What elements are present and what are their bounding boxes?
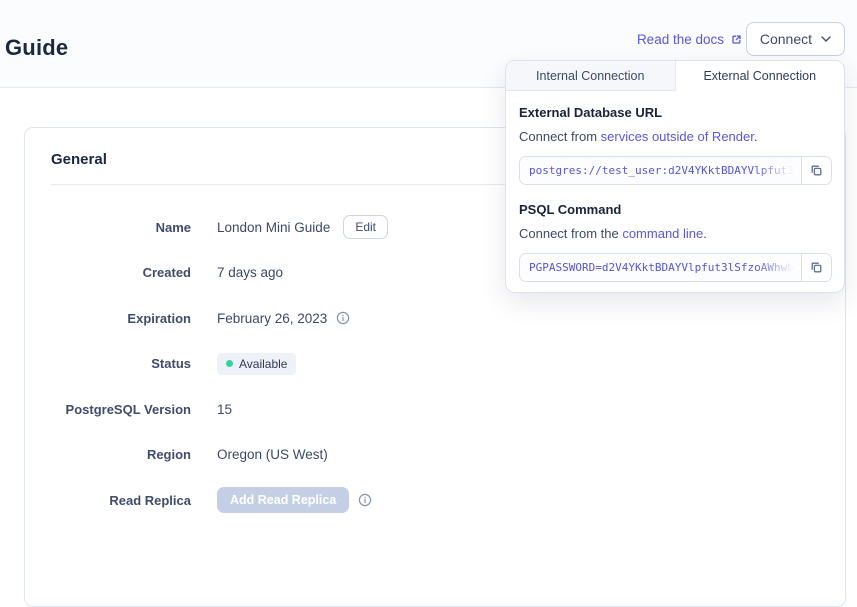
expiration-value: February 26, 2023: [217, 311, 327, 326]
copy-database-url-button[interactable]: [801, 157, 831, 184]
status-badge-label: Available: [239, 357, 287, 371]
read-replica-label: Read Replica: [51, 493, 191, 508]
add-read-replica-button[interactable]: Add Read Replica: [217, 487, 349, 513]
connect-button-label: Connect: [760, 31, 812, 47]
info-icon[interactable]: [358, 493, 372, 507]
status-badge: Available: [217, 353, 296, 375]
created-value: 7 days ago: [217, 265, 283, 280]
row-read-replica: Read Replica Add Read Replica: [51, 485, 819, 515]
external-database-url-heading: External Database URL: [519, 105, 832, 120]
psql-command-description: Connect from the command line.: [519, 226, 832, 241]
expiration-label: Expiration: [51, 311, 191, 326]
connection-tabs: Internal Connection External Connection: [506, 61, 844, 91]
edit-name-button[interactable]: Edit: [343, 215, 388, 239]
read-the-docs-label: Read the docs: [637, 32, 724, 47]
read-the-docs-link[interactable]: Read the docs: [637, 32, 743, 47]
name-label: Name: [51, 220, 191, 235]
row-status: Status Available: [51, 349, 819, 379]
external-connection-panel: External Database URL Connect from servi…: [506, 91, 844, 282]
tab-external-connection[interactable]: External Connection: [676, 61, 845, 91]
name-value: London Mini Guide: [217, 220, 330, 235]
external-database-url-group: postgres://test_user:d2V4YKktBDAYVlpfut3…: [519, 156, 832, 185]
external-database-url-description: Connect from services outside of Render.: [519, 129, 832, 144]
page-title: Guide: [5, 35, 68, 61]
description-text: .: [703, 226, 707, 241]
created-label: Created: [51, 265, 191, 280]
connect-popover: Internal Connection External Connection …: [505, 60, 845, 293]
external-link-icon: [730, 33, 743, 46]
tab-internal-connection[interactable]: Internal Connection: [506, 61, 676, 91]
copy-icon: [809, 163, 824, 178]
tab-internal-connection-label: Internal Connection: [536, 69, 644, 83]
region-label: Region: [51, 447, 191, 462]
postgresql-version-value: 15: [217, 402, 232, 417]
status-label: Status: [51, 356, 191, 371]
tab-external-connection-label: External Connection: [703, 69, 816, 83]
description-text: Connect from the: [519, 226, 622, 241]
psql-command-heading: PSQL Command: [519, 202, 832, 217]
chevron-down-icon: [821, 36, 831, 42]
services-outside-render-link[interactable]: services outside of Render: [601, 129, 754, 144]
row-expiration: Expiration February 26, 2023: [51, 303, 819, 333]
info-icon[interactable]: [336, 311, 350, 325]
psql-command-group: PGPASSWORD=d2V4YKktBDAYVlpfut3lSfzoAWhwb…: [519, 253, 832, 282]
row-region: Region Oregon (US West): [51, 440, 819, 470]
status-dot-icon: [226, 360, 233, 367]
connect-button[interactable]: Connect: [746, 22, 845, 56]
row-postgresql-version: PostgreSQL Version 15: [51, 394, 819, 424]
postgresql-version-label: PostgreSQL Version: [51, 402, 191, 417]
psql-command-field[interactable]: PGPASSWORD=d2V4YKktBDAYVlpfut3lSfzoAWhwb…: [520, 254, 801, 281]
region-value: Oregon (US West): [217, 447, 328, 462]
page: Guide Read the docs Connect Internal Con…: [0, 0, 857, 516]
external-database-url-field[interactable]: postgres://test_user:d2V4YKktBDAYVlpfut3…: [520, 157, 801, 184]
description-text: Connect from: [519, 129, 601, 144]
copy-icon: [809, 260, 824, 275]
description-text: .: [754, 129, 758, 144]
command-line-link[interactable]: command line: [622, 226, 703, 241]
copy-psql-command-button[interactable]: [801, 254, 831, 281]
